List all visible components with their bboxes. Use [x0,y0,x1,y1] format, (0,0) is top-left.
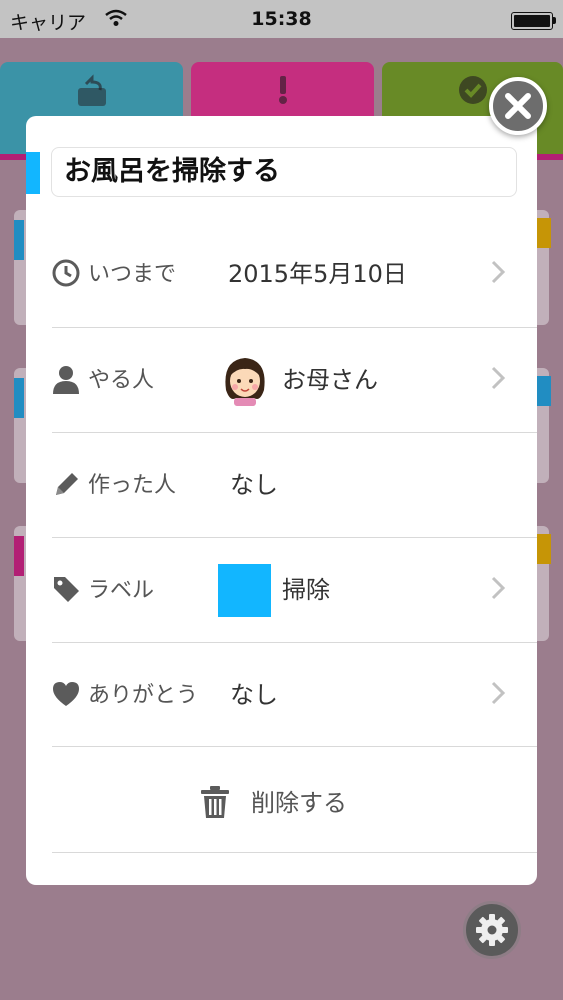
assignee-value: お母さん [282,366,378,394]
trash-icon [201,786,229,818]
delete-label: 削除する [251,789,347,817]
creator-value: なし [230,471,278,499]
due-date-value: 2015年5月10日 [228,260,407,288]
assignee-row[interactable]: やる人 お母さん [52,327,537,433]
chevron-right-icon [491,366,506,390]
mother-avatar [225,358,265,406]
clock-icon [52,259,80,287]
label-label: ラベル [88,578,155,603]
title-color-accent [26,152,40,194]
close-icon [505,93,531,119]
label-value: 掃除 [282,576,330,604]
tag-icon [54,577,79,602]
thanks-value: なし [230,681,278,709]
task-title-field[interactable]: お風呂を掃除する [51,147,517,197]
pencil-icon [56,473,78,495]
battery-icon [511,12,556,30]
thanks-label: ありがとう [88,683,199,708]
delete-button[interactable]: 削除する [52,746,537,853]
clock-time: 15:38 [251,8,312,30]
thanks-row[interactable]: ありがとう なし [52,642,537,748]
close-button[interactable] [489,77,547,135]
label-row[interactable]: ラベル 掃除 [52,537,537,643]
heart-icon [53,682,79,706]
creator-label: 作った人 [88,473,177,498]
chevron-right-icon [491,260,506,284]
settings-button[interactable] [463,901,521,959]
chevron-right-icon [491,681,506,705]
due-date-row[interactable]: いつまで 2015年5月10日 [52,222,537,327]
task-detail-modal: お風呂を掃除する いつまで 2015年5月10日 やる人 お母さん 作った人 な… [26,116,537,885]
status-bar: キャリア 15:38 [0,0,563,38]
label-color-swatch [218,564,271,617]
person-icon [53,366,79,394]
due-date-label: いつまで [88,262,177,287]
creator-row: 作った人 なし [52,432,537,538]
gear-icon [476,914,508,946]
assignee-label: やる人 [88,368,155,393]
chevron-right-icon [491,576,506,600]
